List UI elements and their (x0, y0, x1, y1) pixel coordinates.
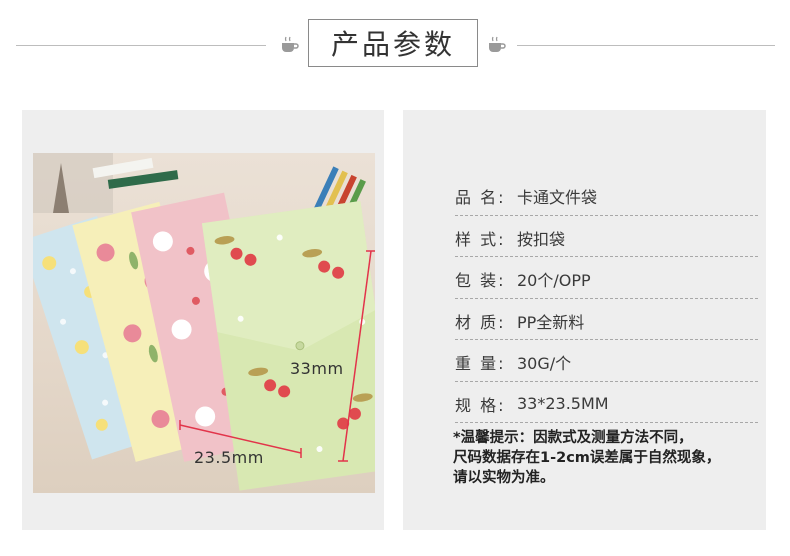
spec-key: 品 名: (455, 188, 506, 208)
spec-key: 重 量: (455, 354, 506, 374)
header-divider-left (16, 45, 266, 46)
spec-list: 品 名: 卡通文件袋 样 式: 按扣袋 包 装: 20个/OPP 材 质: PP… (455, 174, 758, 423)
note-line: 尺码数据存在1-2cm误差属于自然现象， (453, 450, 721, 466)
folders-illustration (33, 153, 375, 491)
spec-value: 按扣袋 (517, 229, 566, 249)
header-divider-right (517, 45, 775, 46)
measurement-note: *温馨提示：因款式及测量方法不同， 尺码数据存在1-2cm误差属于自然现象， 请… (453, 428, 763, 488)
spec-value: PP全新料 (517, 312, 585, 332)
spec-row-name: 品 名: 卡通文件袋 (455, 174, 758, 216)
spec-value: 20个/OPP (517, 271, 591, 291)
section-header: 产品参数 (0, 0, 790, 90)
note-line: *温馨提示：因款式及测量方法不同， (453, 430, 693, 446)
spec-value: 33*23.5MM (517, 394, 609, 414)
spec-key: 材 质: (455, 312, 506, 332)
spec-key: 包 装: (455, 271, 506, 291)
spec-row-weight: 重 量: 30G/个 (455, 340, 758, 382)
coffee-cup-icon (489, 36, 506, 52)
spec-row-size: 规 格: 33*23.5MM (455, 382, 758, 423)
coffee-cup-icon (282, 36, 299, 52)
page-title: 产品参数 (308, 19, 478, 67)
note-line: 请以实物为准。 (453, 470, 555, 486)
width-dimension-label: 23.5mm (194, 448, 264, 467)
spec-row-style: 样 式: 按扣袋 (455, 216, 758, 257)
product-photo (33, 153, 375, 493)
spec-row-material: 材 质: PP全新料 (455, 299, 758, 340)
spec-key: 样 式: (455, 229, 506, 249)
spec-row-packaging: 包 装: 20个/OPP (455, 257, 758, 299)
spec-value: 30G/个 (517, 354, 572, 374)
spec-key: 规 格: (455, 395, 506, 415)
height-dimension-label: 33mm (290, 359, 344, 378)
spec-value: 卡通文件袋 (517, 188, 598, 208)
